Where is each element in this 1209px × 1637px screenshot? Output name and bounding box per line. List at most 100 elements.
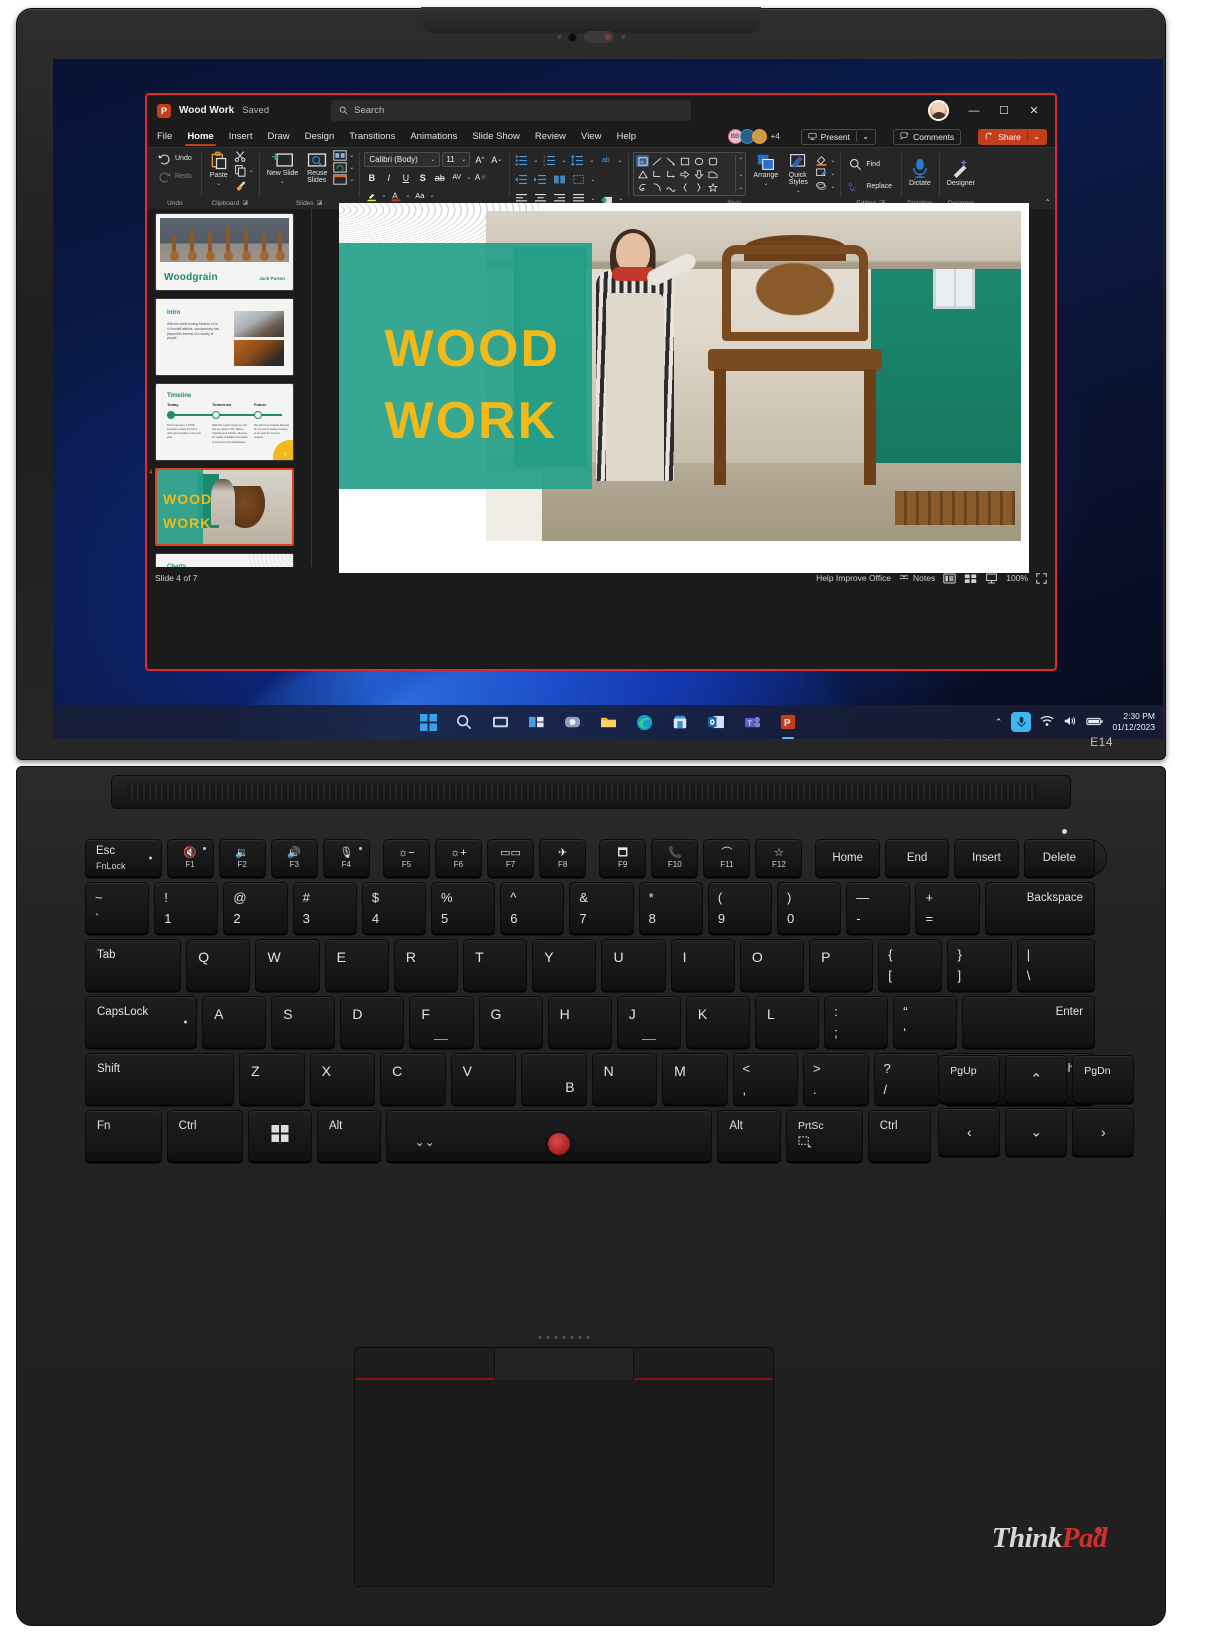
wifi-icon[interactable] — [1040, 715, 1054, 729]
key-arrow-right[interactable]: › — [1072, 1108, 1135, 1156]
present-chevron-down-icon[interactable]: ⌄ — [855, 131, 869, 142]
numbering-button[interactable]: 123 — [542, 153, 557, 168]
slide-canvas-area[interactable]: WOOD WORK — [312, 203, 1055, 573]
key-x[interactable]: X — [309, 1053, 376, 1105]
key-comma[interactable]: <, — [732, 1053, 799, 1105]
shape-right-arrow-icon[interactable] — [678, 168, 691, 180]
change-case-button[interactable]: Aa — [412, 188, 427, 203]
slide-thumbnail-2[interactable]: Intro With the world turning towards a D… — [155, 298, 305, 376]
trackpoint-right-button[interactable] — [634, 1348, 774, 1380]
arrange-chevron-down-icon[interactable]: ⌄ — [763, 180, 768, 187]
shape-curve-icon[interactable] — [664, 181, 677, 193]
shape-effects-chevron-down-icon[interactable]: ⌄ — [830, 183, 835, 190]
character-spacing-button[interactable]: AV — [449, 170, 464, 185]
cut-button[interactable] — [234, 150, 254, 163]
shape-right-brace-icon[interactable] — [692, 181, 705, 193]
align-text-button[interactable] — [571, 172, 586, 187]
slide-title-line1[interactable]: WOOD — [385, 323, 561, 375]
numbering-chevron-down-icon[interactable]: ⌄ — [561, 157, 566, 164]
shape-oval-icon[interactable] — [692, 155, 705, 167]
key-f9-notifications[interactable]: 🗖 F9 — [599, 839, 647, 877]
key-9[interactable]: (9 — [707, 882, 773, 934]
ribbon-collapse-chevron-up-icon[interactable]: ⌃ — [1044, 198, 1051, 207]
tab-animations[interactable]: Animations — [408, 131, 459, 142]
slide-thumbnail-5[interactable]: Charts Tools Wood — [155, 553, 305, 567]
store-icon[interactable] — [669, 711, 691, 733]
key-f8-airplane[interactable]: ✈ F8 — [539, 839, 587, 877]
key-semicolon[interactable]: :; — [824, 996, 889, 1048]
tab-view[interactable]: View — [579, 131, 603, 142]
copy-chevron-down-icon[interactable]: ⌄ — [249, 167, 254, 174]
search-icon[interactable] — [453, 711, 475, 733]
redo-button[interactable]: Redo — [154, 168, 196, 185]
text-shadow-button[interactable]: S — [415, 170, 430, 185]
key-insert[interactable]: Insert — [954, 839, 1019, 877]
key-end[interactable]: End — [884, 839, 950, 877]
key-k[interactable]: K — [685, 996, 750, 1048]
taskbar-clock[interactable]: 2:30 PM 01/12/2023 — [1112, 711, 1155, 733]
key-f2-volume-down[interactable]: 🔉 F2 — [218, 839, 266, 877]
key-f6-brightness-up[interactable]: ☼+ F6 — [434, 839, 483, 877]
key-f3-volume-up[interactable]: 🔊 F3 — [270, 839, 318, 877]
key-arrow-down[interactable]: ⌄ — [1005, 1108, 1068, 1156]
battery-icon[interactable] — [1086, 716, 1104, 729]
reset-chevron-down-icon[interactable]: ⌄ — [349, 164, 354, 171]
minimize-button[interactable]: — — [959, 99, 989, 123]
key-n[interactable]: N — [591, 1053, 658, 1105]
key-f5-brightness-down[interactable]: ☼− F5 — [382, 839, 430, 877]
key-j[interactable]: J — [616, 996, 681, 1048]
key-z[interactable]: Z — [239, 1053, 305, 1105]
key-pgup[interactable]: PgUp — [938, 1055, 1001, 1103]
chat-teams-icon[interactable] — [561, 711, 583, 733]
volume-icon[interactable] — [1063, 715, 1077, 729]
slide-title-line2[interactable]: WORK — [385, 395, 558, 447]
tab-insert[interactable]: Insert — [227, 131, 255, 142]
key-f1-mute[interactable]: 🔇 F1 — [166, 839, 214, 877]
clipboard-dialog-launcher-icon[interactable]: ◪ — [242, 198, 248, 209]
zoom-level[interactable]: 100% — [1006, 573, 1028, 583]
designer-button[interactable]: Designer — [944, 156, 978, 188]
tab-help[interactable]: Help — [614, 131, 638, 142]
shape-down-arrow-icon[interactable] — [692, 168, 705, 180]
key-d[interactable]: D — [340, 996, 405, 1048]
presence-avatar-3[interactable] — [751, 129, 767, 144]
font-name-chevron-down-icon[interactable]: ⌄ — [430, 156, 435, 163]
section-chevron-down-icon[interactable]: ⌄ — [349, 176, 354, 183]
char-spacing-chevron-down-icon[interactable]: ⌄ — [466, 174, 471, 181]
shape-elbow-connector-icon[interactable] — [650, 168, 663, 180]
key-bracket-left[interactable]: {[ — [878, 939, 943, 991]
outlook-icon[interactable] — [705, 711, 727, 733]
key-home[interactable]: Home — [815, 839, 880, 877]
shape-star-icon[interactable] — [706, 181, 719, 193]
normal-view-button[interactable] — [943, 573, 956, 584]
touchpad[interactable] — [354, 1336, 774, 1587]
key-1[interactable]: ! 1 — [154, 882, 219, 934]
key-a[interactable]: A — [202, 996, 267, 1048]
key-capslock[interactable]: CapsLock — [85, 996, 198, 1048]
key-i[interactable]: I — [670, 939, 735, 991]
quick-styles-chevron-down-icon[interactable]: ⌄ — [796, 187, 801, 194]
shape-line-icon[interactable] — [650, 155, 663, 167]
decrease-font-size-button[interactable]: A ⌄ — [489, 152, 504, 167]
key-0[interactable]: ) 0 — [777, 882, 842, 934]
account-avatar[interactable] — [928, 100, 949, 121]
key-fn[interactable]: Fn — [85, 1110, 162, 1162]
line-spacing-button[interactable] — [570, 153, 585, 168]
shapes-scroll-up-icon[interactable]: ⌃ — [738, 155, 743, 166]
key-arrow-up[interactable]: ⌃ — [1005, 1055, 1068, 1103]
shape-outline-chevron-down-icon[interactable]: ⌄ — [830, 170, 835, 177]
key-l[interactable]: L — [754, 996, 820, 1048]
search-box[interactable]: Search — [331, 100, 692, 121]
key-w[interactable]: W — [255, 939, 320, 991]
shape-left-brace-icon[interactable] — [678, 181, 691, 193]
key-q[interactable]: Q — [186, 939, 251, 991]
start-windows-icon[interactable] — [417, 711, 439, 733]
teams-icon[interactable]: T — [741, 711, 763, 733]
shapes-scroll-down-icon[interactable]: ⌄ — [738, 169, 743, 180]
shape-arc-icon[interactable] — [650, 181, 663, 193]
key-ctrl-right[interactable]: Ctrl — [867, 1110, 932, 1162]
format-painter-button[interactable] — [234, 178, 254, 191]
maximize-button[interactable]: ☐ — [989, 99, 1019, 123]
new-slide-button[interactable]: New Slide ⌄ — [264, 150, 302, 186]
trackpoint-middle-button[interactable] — [494, 1336, 635, 1380]
